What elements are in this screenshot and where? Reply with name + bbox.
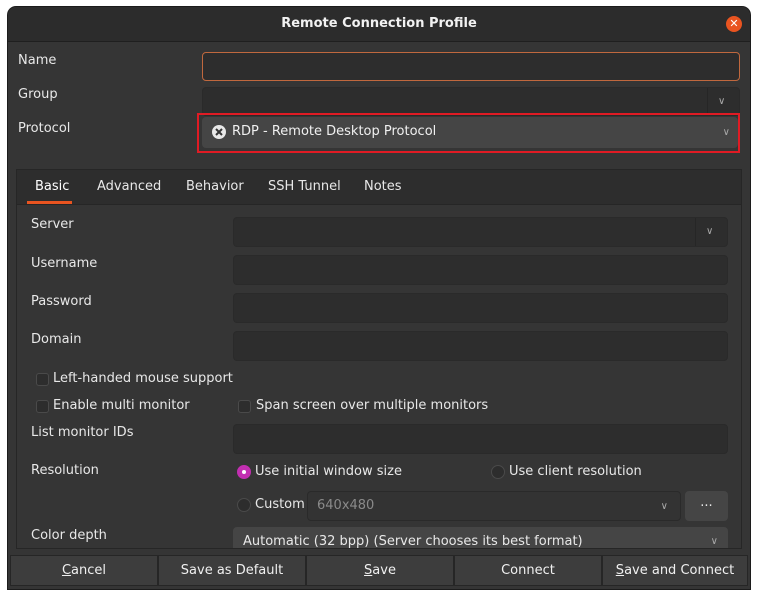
connect-button[interactable]: Connect [454,555,602,586]
chevron-down-icon: ∨ [718,95,726,107]
group-dropdown-button[interactable]: ∨ [707,88,739,115]
settings-notebook: Basic Advanced Behavior SSH Tunnel Notes… [16,169,742,549]
active-tab-indicator [27,201,72,204]
left-handed-checkbox[interactable] [36,373,49,386]
username-input[interactable] [233,255,728,285]
color-depth-value: Automatic (32 bpp) (Server chooses its b… [243,534,583,549]
chevron-down-icon: ∨ [706,226,714,237]
left-handed-label: Left-handed mouse support [53,371,233,386]
custom-resolution-combo[interactable]: 640x480 ∨ [307,491,681,521]
protocol-highlight-box [197,113,740,153]
res-initial-label: Use initial window size [255,464,402,479]
username-label: Username [31,256,98,271]
span-screen-checkbox[interactable] [238,400,251,413]
name-label: Name [18,53,57,68]
save-button[interactable]: Save [306,555,454,586]
close-icon[interactable]: ✕ [726,16,742,32]
domain-label: Domain [31,332,82,347]
res-initial-radio[interactable] [237,465,251,479]
protocol-label: Protocol [18,121,71,136]
tab-notes[interactable]: Notes [364,179,402,194]
color-depth-select[interactable]: Automatic (32 bpp) (Server chooses its b… [233,527,728,549]
password-label: Password [31,294,92,309]
span-screen-label: Span screen over multiple monitors [256,398,489,413]
group-label: Group [18,87,58,102]
name-input[interactable] [202,52,740,81]
group-combo[interactable]: ∨ [202,87,740,116]
chevron-down-icon: ∨ [660,501,668,512]
server-dropdown-button[interactable]: ∨ [695,218,727,246]
resolution-label: Resolution [31,463,99,478]
tab-bar: Basic Advanced Behavior SSH Tunnel Notes [17,170,741,205]
domain-input[interactable] [233,331,728,361]
list-monitor-input[interactable] [233,424,728,454]
tab-behavior[interactable]: Behavior [186,179,244,194]
dialog-window: Remote Connection Profile ✕ Name Group ∨… [8,7,750,589]
tab-ssh-tunnel[interactable]: SSH Tunnel [268,179,341,194]
custom-resolution-value: 640x480 [317,498,375,513]
tab-advanced[interactable]: Advanced [97,179,161,194]
resolution-more-button[interactable]: ... [685,491,728,521]
res-client-radio[interactable] [491,465,505,479]
res-custom-label: Custom [255,497,305,512]
button-bar: Cancel Save as Default Save Connect Save… [8,553,750,589]
list-monitor-label: List monitor IDs [31,425,134,440]
window-title: Remote Connection Profile [281,16,477,31]
save-and-connect-button[interactable]: Save and Connect [602,555,748,586]
cancel-button[interactable]: Cancel [10,555,158,586]
res-client-label: Use client resolution [509,464,642,479]
multi-monitor-label: Enable multi monitor [53,398,190,413]
title-bar: Remote Connection Profile ✕ [8,7,750,42]
save-as-default-button[interactable]: Save as Default [158,555,306,586]
server-combo[interactable]: ∨ [233,217,728,247]
res-custom-radio[interactable] [237,498,251,512]
server-label: Server [31,217,74,232]
tab-basic[interactable]: Basic [35,179,69,194]
color-depth-label: Color depth [31,528,107,543]
multi-monitor-checkbox[interactable] [36,400,49,413]
password-input[interactable] [233,293,728,323]
chevron-down-icon: ∨ [710,536,718,547]
